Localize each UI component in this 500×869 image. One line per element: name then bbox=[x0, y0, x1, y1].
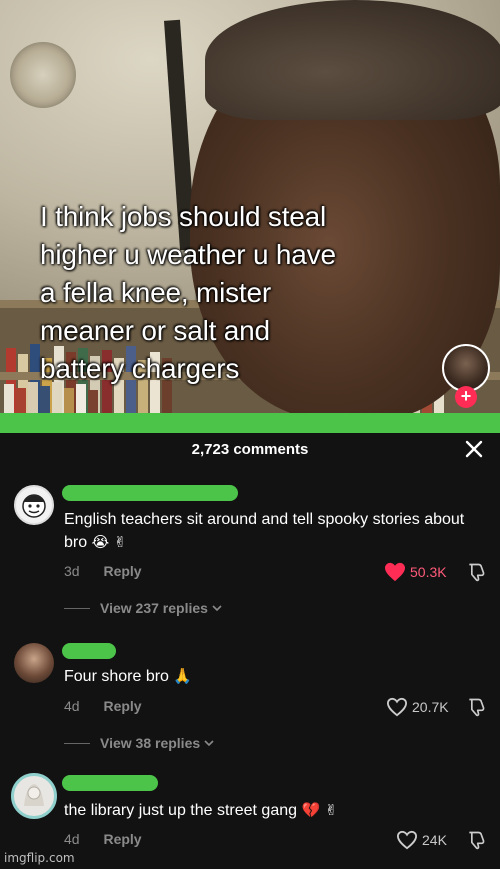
reply-button[interactable]: Reply bbox=[103, 831, 141, 847]
close-icon[interactable] bbox=[460, 435, 488, 463]
dislike-icon[interactable] bbox=[466, 697, 486, 717]
caption-line: battery chargers bbox=[40, 353, 240, 384]
video-caption: I think jobs should steal higher u weath… bbox=[40, 198, 470, 388]
caption-line: meaner or salt and bbox=[40, 315, 270, 346]
dislike-icon[interactable] bbox=[466, 830, 486, 850]
view-replies-button[interactable]: View 237 replies bbox=[64, 600, 223, 616]
person-cap bbox=[205, 0, 500, 120]
comment-emoji: 😭 ✌ bbox=[91, 533, 127, 551]
like-count: 24K bbox=[422, 832, 447, 848]
commenter-avatar[interactable] bbox=[14, 643, 54, 683]
commenter-avatar[interactable] bbox=[11, 773, 57, 819]
caption-line: a fella knee, mister bbox=[40, 277, 271, 308]
comment-meta: 4d Reply bbox=[64, 831, 142, 847]
reply-button[interactable]: Reply bbox=[103, 563, 141, 579]
comment-meta: 3d Reply bbox=[64, 563, 142, 579]
comment-age: 4d bbox=[64, 698, 80, 714]
comment-age: 4d bbox=[64, 831, 80, 847]
comment-text: English teachers sit around and tell spo… bbox=[64, 511, 465, 551]
commenter-avatar[interactable] bbox=[14, 485, 54, 525]
follow-button[interactable]: + bbox=[455, 386, 477, 408]
comment-text: the library just up the street gang 💔 ✌ bbox=[64, 801, 338, 819]
heart-outline-icon bbox=[396, 830, 418, 850]
like-count: 20.7K bbox=[412, 699, 449, 715]
view-replies-button[interactable]: View 38 replies bbox=[64, 735, 215, 751]
redacted-username bbox=[62, 643, 116, 659]
comments-sheet: 2,723 comments English teachers sit arou… bbox=[0, 433, 500, 869]
dislike-icon[interactable] bbox=[466, 562, 486, 582]
green-divider-bar bbox=[0, 413, 500, 433]
heart-filled-icon bbox=[385, 562, 405, 582]
comment-emoji: 💔 ✌ bbox=[301, 801, 338, 819]
comments-count: 2,723 comments bbox=[191, 441, 309, 458]
video-player[interactable]: I think jobs should steal higher u weath… bbox=[0, 0, 500, 418]
caption-line: higher u weather u have bbox=[40, 239, 336, 270]
comment-text: Four shore bro 🙏 bbox=[64, 667, 193, 685]
caption-line: I think jobs should steal bbox=[40, 201, 327, 232]
redacted-username bbox=[62, 485, 238, 501]
redacted-username bbox=[62, 775, 158, 791]
comment-meta: 4d Reply bbox=[64, 698, 142, 714]
chevron-down-icon bbox=[204, 740, 214, 747]
comment-age: 3d bbox=[64, 563, 80, 579]
like-button[interactable]: 20.7K bbox=[386, 697, 449, 717]
replies-divider bbox=[64, 742, 90, 744]
heart-outline-icon bbox=[386, 697, 408, 717]
replies-divider bbox=[64, 607, 90, 609]
like-count: 50.3K bbox=[410, 564, 447, 580]
reply-button[interactable]: Reply bbox=[103, 698, 141, 714]
ceiling-vent bbox=[10, 42, 76, 108]
comment-emoji: 🙏 bbox=[173, 667, 193, 685]
like-button[interactable]: 24K bbox=[396, 830, 447, 850]
creator-avatar[interactable] bbox=[442, 344, 490, 392]
imgflip-watermark: imgflip.com bbox=[4, 851, 75, 865]
chevron-down-icon bbox=[212, 605, 222, 612]
like-button[interactable]: 50.3K bbox=[384, 562, 447, 582]
